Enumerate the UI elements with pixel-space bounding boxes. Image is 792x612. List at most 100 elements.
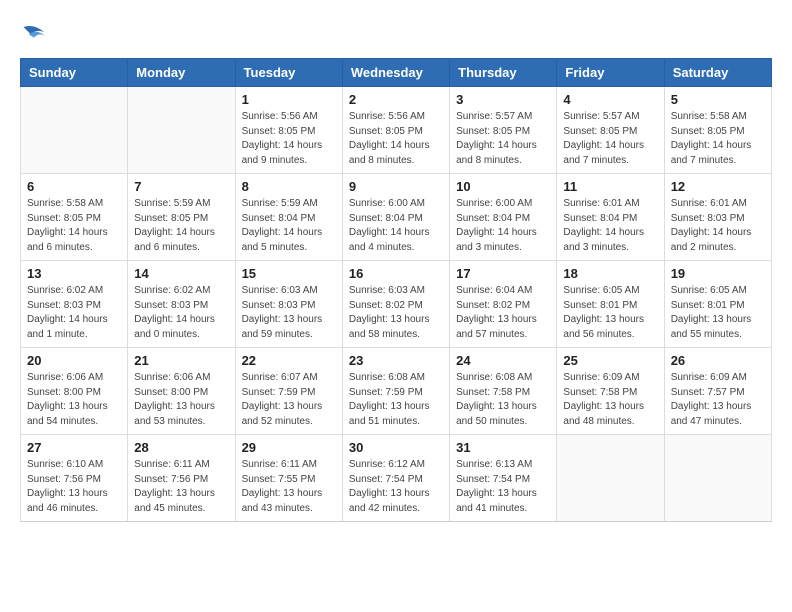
day-number: 14 bbox=[134, 266, 228, 281]
day-cell: 13Sunrise: 6:02 AM Sunset: 8:03 PM Dayli… bbox=[21, 261, 128, 348]
day-number: 7 bbox=[134, 179, 228, 194]
day-info: Sunrise: 5:59 AM Sunset: 8:04 PM Dayligh… bbox=[242, 197, 336, 255]
day-cell: 16Sunrise: 6:03 AM Sunset: 8:02 PM Dayli… bbox=[342, 261, 449, 348]
day-cell: 22Sunrise: 6:07 AM Sunset: 7:59 PM Dayli… bbox=[235, 348, 342, 435]
day-info: Sunrise: 6:06 AM Sunset: 8:00 PM Dayligh… bbox=[134, 371, 228, 429]
calendar-body: 1 Sunrise: 5:56 AM Sunset: 8:05 PM Daylig… bbox=[21, 87, 772, 522]
day-cell: 1 Sunrise: 5:56 AM Sunset: 8:05 PM Daylig… bbox=[235, 87, 342, 174]
day-info: Sunrise: 6:05 AM Sunset: 8:01 PM Dayligh… bbox=[563, 284, 657, 342]
day-cell: 4Sunrise: 5:57 AM Sunset: 8:05 PM Daylig… bbox=[557, 87, 664, 174]
day-number: 20 bbox=[27, 353, 121, 368]
day-cell: 18 Sunrise: 6:05 AM Sunset: 8:01 PM Dayli… bbox=[557, 261, 664, 348]
day-cell: 25Sunrise: 6:09 AM Sunset: 7:58 PM Dayli… bbox=[557, 348, 664, 435]
day-number: 21 bbox=[134, 353, 228, 368]
day-cell: 23 Sunrise: 6:08 AM Sunset: 7:59 PM Dayli… bbox=[342, 348, 449, 435]
day-cell: 29 Sunrise: 6:11 AM Sunset: 7:55 PM Dayli… bbox=[235, 435, 342, 522]
day-info: Sunrise: 5:58 AM Sunset: 8:05 PM Dayligh… bbox=[27, 197, 121, 255]
day-info: Sunrise: 5:57 AM Sunset: 8:05 PM Dayligh… bbox=[563, 110, 657, 168]
day-info: Sunrise: 6:09 AM Sunset: 7:57 PM Dayligh… bbox=[671, 371, 765, 429]
day-number: 29 bbox=[242, 440, 336, 455]
day-info: Sunrise: 6:03 AM Sunset: 8:03 PM Dayligh… bbox=[242, 284, 336, 342]
day-cell: 26 Sunrise: 6:09 AM Sunset: 7:57 PM Dayli… bbox=[664, 348, 771, 435]
col-header-sunday: Sunday bbox=[21, 59, 128, 87]
day-number: 9 bbox=[349, 179, 443, 194]
day-number: 10 bbox=[456, 179, 550, 194]
day-number: 25 bbox=[563, 353, 657, 368]
day-cell: 2 Sunrise: 5:56 AM Sunset: 8:05 PM Daylig… bbox=[342, 87, 449, 174]
calendar-header: SundayMondayTuesdayWednesdayThursdayFrid… bbox=[21, 59, 772, 87]
day-info: Sunrise: 6:00 AM Sunset: 8:04 PM Dayligh… bbox=[349, 197, 443, 255]
day-info: Sunrise: 6:01 AM Sunset: 8:03 PM Dayligh… bbox=[671, 197, 765, 255]
day-info: Sunrise: 6:08 AM Sunset: 7:59 PM Dayligh… bbox=[349, 371, 443, 429]
week-row-3: 13Sunrise: 6:02 AM Sunset: 8:03 PM Dayli… bbox=[21, 261, 772, 348]
day-number: 26 bbox=[671, 353, 765, 368]
day-cell: 7 Sunrise: 5:59 AM Sunset: 8:05 PM Daylig… bbox=[128, 174, 235, 261]
day-info: Sunrise: 6:13 AM Sunset: 7:54 PM Dayligh… bbox=[456, 458, 550, 516]
day-number: 30 bbox=[349, 440, 443, 455]
day-info: Sunrise: 5:56 AM Sunset: 8:05 PM Dayligh… bbox=[349, 110, 443, 168]
day-number: 3 bbox=[456, 92, 550, 107]
logo bbox=[20, 20, 52, 48]
day-cell: 12 Sunrise: 6:01 AM Sunset: 8:03 PM Dayli… bbox=[664, 174, 771, 261]
week-row-2: 6 Sunrise: 5:58 AM Sunset: 8:05 PM Daylig… bbox=[21, 174, 772, 261]
day-number: 11 bbox=[563, 179, 657, 194]
day-number: 23 bbox=[349, 353, 443, 368]
day-number: 31 bbox=[456, 440, 550, 455]
day-info: Sunrise: 6:11 AM Sunset: 7:56 PM Dayligh… bbox=[134, 458, 228, 516]
calendar: SundayMondayTuesdayWednesdayThursdayFrid… bbox=[20, 58, 772, 522]
week-row-1: 1 Sunrise: 5:56 AM Sunset: 8:05 PM Daylig… bbox=[21, 87, 772, 174]
day-cell bbox=[21, 87, 128, 174]
col-header-wednesday: Wednesday bbox=[342, 59, 449, 87]
day-cell: 30 Sunrise: 6:12 AM Sunset: 7:54 PM Dayli… bbox=[342, 435, 449, 522]
day-number: 24 bbox=[456, 353, 550, 368]
day-cell: 24Sunrise: 6:08 AM Sunset: 7:58 PM Dayli… bbox=[450, 348, 557, 435]
day-info: Sunrise: 6:01 AM Sunset: 8:04 PM Dayligh… bbox=[563, 197, 657, 255]
col-header-tuesday: Tuesday bbox=[235, 59, 342, 87]
day-info: Sunrise: 5:57 AM Sunset: 8:05 PM Dayligh… bbox=[456, 110, 550, 168]
day-number: 6 bbox=[27, 179, 121, 194]
day-cell: 10 Sunrise: 6:00 AM Sunset: 8:04 PM Dayli… bbox=[450, 174, 557, 261]
day-number: 19 bbox=[671, 266, 765, 281]
day-info: Sunrise: 6:02 AM Sunset: 8:03 PM Dayligh… bbox=[27, 284, 121, 342]
day-info: Sunrise: 6:06 AM Sunset: 8:00 PM Dayligh… bbox=[27, 371, 121, 429]
day-info: Sunrise: 6:12 AM Sunset: 7:54 PM Dayligh… bbox=[349, 458, 443, 516]
day-number: 1 bbox=[242, 92, 336, 107]
day-cell bbox=[664, 435, 771, 522]
day-cell: 19 Sunrise: 6:05 AM Sunset: 8:01 PM Dayli… bbox=[664, 261, 771, 348]
day-cell: 31 Sunrise: 6:13 AM Sunset: 7:54 PM Dayli… bbox=[450, 435, 557, 522]
day-info: Sunrise: 5:56 AM Sunset: 8:05 PM Dayligh… bbox=[242, 110, 336, 168]
day-number: 18 bbox=[563, 266, 657, 281]
day-number: 16 bbox=[349, 266, 443, 281]
day-cell: 17 Sunrise: 6:04 AM Sunset: 8:02 PM Dayli… bbox=[450, 261, 557, 348]
col-header-friday: Friday bbox=[557, 59, 664, 87]
day-number: 17 bbox=[456, 266, 550, 281]
day-number: 15 bbox=[242, 266, 336, 281]
day-number: 22 bbox=[242, 353, 336, 368]
day-info: Sunrise: 6:00 AM Sunset: 8:04 PM Dayligh… bbox=[456, 197, 550, 255]
day-info: Sunrise: 6:11 AM Sunset: 7:55 PM Dayligh… bbox=[242, 458, 336, 516]
day-info: Sunrise: 5:59 AM Sunset: 8:05 PM Dayligh… bbox=[134, 197, 228, 255]
header bbox=[20, 20, 772, 48]
day-cell: 8 Sunrise: 5:59 AM Sunset: 8:04 PM Daylig… bbox=[235, 174, 342, 261]
col-header-saturday: Saturday bbox=[664, 59, 771, 87]
week-row-5: 27Sunrise: 6:10 AM Sunset: 7:56 PM Dayli… bbox=[21, 435, 772, 522]
day-number: 12 bbox=[671, 179, 765, 194]
header-row: SundayMondayTuesdayWednesdayThursdayFrid… bbox=[21, 59, 772, 87]
day-cell: 20 Sunrise: 6:06 AM Sunset: 8:00 PM Dayli… bbox=[21, 348, 128, 435]
day-info: Sunrise: 6:05 AM Sunset: 8:01 PM Dayligh… bbox=[671, 284, 765, 342]
day-cell bbox=[557, 435, 664, 522]
day-number: 8 bbox=[242, 179, 336, 194]
day-number: 2 bbox=[349, 92, 443, 107]
day-cell: 27Sunrise: 6:10 AM Sunset: 7:56 PM Dayli… bbox=[21, 435, 128, 522]
day-cell: 21 Sunrise: 6:06 AM Sunset: 8:00 PM Dayli… bbox=[128, 348, 235, 435]
day-number: 27 bbox=[27, 440, 121, 455]
week-row-4: 20 Sunrise: 6:06 AM Sunset: 8:00 PM Dayli… bbox=[21, 348, 772, 435]
col-header-thursday: Thursday bbox=[450, 59, 557, 87]
day-cell: 3 Sunrise: 5:57 AM Sunset: 8:05 PM Daylig… bbox=[450, 87, 557, 174]
logo-icon bbox=[20, 20, 48, 48]
day-info: Sunrise: 6:02 AM Sunset: 8:03 PM Dayligh… bbox=[134, 284, 228, 342]
day-info: Sunrise: 6:04 AM Sunset: 8:02 PM Dayligh… bbox=[456, 284, 550, 342]
day-cell: 5Sunrise: 5:58 AM Sunset: 8:05 PM Daylig… bbox=[664, 87, 771, 174]
day-cell: 28Sunrise: 6:11 AM Sunset: 7:56 PM Dayli… bbox=[128, 435, 235, 522]
col-header-monday: Monday bbox=[128, 59, 235, 87]
